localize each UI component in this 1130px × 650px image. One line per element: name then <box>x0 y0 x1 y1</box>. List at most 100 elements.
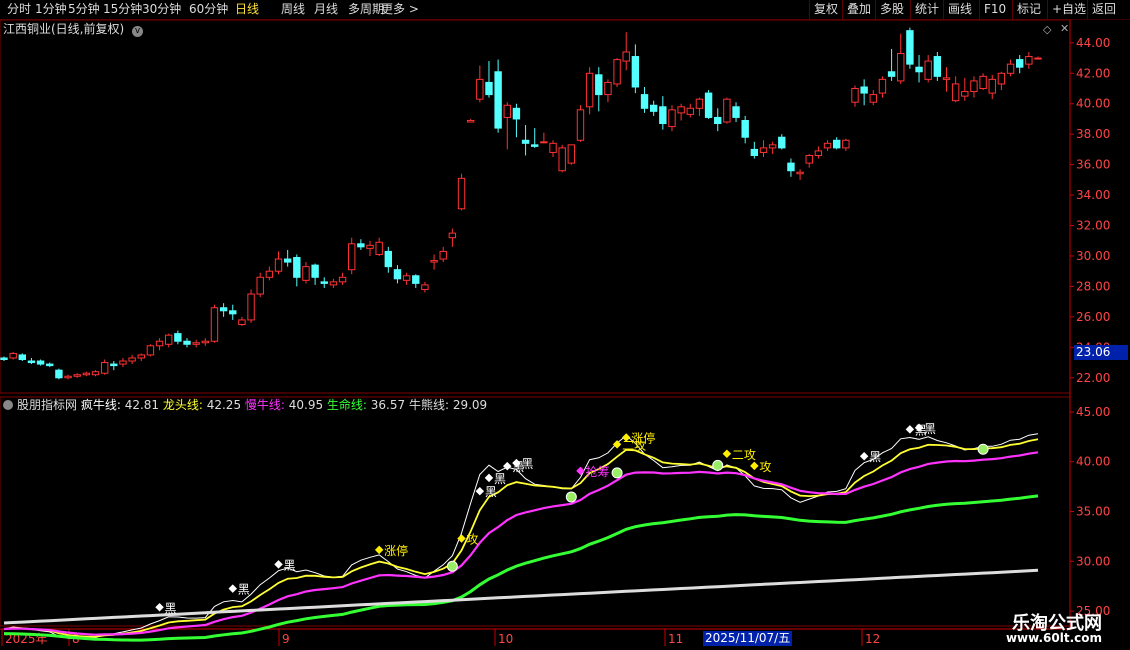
signal-label: 黑 <box>869 450 881 464</box>
candle-body <box>503 104 511 118</box>
candle-body <box>55 369 63 379</box>
candle-body <box>787 162 795 172</box>
candle-body <box>311 264 319 278</box>
current-price-tag: 23.06 <box>1074 345 1128 360</box>
candle-body <box>238 319 246 325</box>
candle-body <box>823 142 832 149</box>
candle-body <box>357 243 365 248</box>
candle-body <box>979 75 987 90</box>
candle-body <box>622 51 630 62</box>
candle-body <box>732 106 740 118</box>
signal-diamond-icon <box>228 584 238 593</box>
candle-body <box>393 269 402 280</box>
apple-icon <box>611 467 623 479</box>
candle-body <box>201 340 210 344</box>
candle-body <box>997 72 1006 85</box>
indicator-line-value: 42.81 <box>124 398 163 412</box>
price-axis-label: 32.00 <box>1076 219 1110 233</box>
indicator-menu-icon[interactable] <box>3 400 13 410</box>
signal-diamond-icon <box>905 425 915 434</box>
candle-body <box>18 354 27 361</box>
candle-body <box>531 144 539 147</box>
candle-body <box>778 136 786 149</box>
candle-body <box>878 78 887 94</box>
signal-label: 黑 <box>521 457 533 471</box>
signal-label: 攻 <box>467 532 479 546</box>
signal-diamond-icon <box>750 461 759 471</box>
candle-body <box>832 139 841 149</box>
signal-label: 黑 <box>165 601 177 615</box>
main-panel-frame <box>0 19 1071 394</box>
date-axis-label: 12 <box>865 632 880 646</box>
indicator-axis-label: 30.00 <box>1076 554 1110 568</box>
candle-body <box>961 91 969 97</box>
candle-body <box>192 342 200 345</box>
candle-body <box>302 266 310 281</box>
signal-label: 涨停 <box>384 543 408 558</box>
indicator-line-牛熊线 <box>3 568 1039 625</box>
candle-body <box>110 363 118 367</box>
candle-body <box>970 80 978 93</box>
price-axis-label: 28.00 <box>1076 279 1110 293</box>
price-axis-label: 44.00 <box>1076 36 1110 50</box>
candle-body <box>1034 57 1042 60</box>
chevron-down-icon[interactable]: v <box>132 26 144 37</box>
candle-body <box>897 52 905 82</box>
candle-body <box>412 275 420 284</box>
price-axis-label: 42.00 <box>1076 66 1110 80</box>
candle-body <box>723 98 731 123</box>
candle-body <box>283 258 292 263</box>
candle-body <box>366 244 374 249</box>
candle-body <box>942 77 951 80</box>
candle-body <box>448 232 457 239</box>
candle-body <box>567 144 576 164</box>
price-axis-label: 38.00 <box>1076 127 1110 141</box>
signal-label: 黑 <box>494 472 506 486</box>
indicator-line-value: 29.09 <box>452 398 488 412</box>
candle-body <box>924 60 932 80</box>
candle-body <box>640 94 649 109</box>
price-axis-label: 40.00 <box>1076 97 1110 111</box>
candle-body <box>27 360 36 364</box>
candle-body <box>0 357 8 361</box>
apple-icon <box>446 560 458 572</box>
candle-body <box>183 340 191 345</box>
candle-body <box>695 98 704 109</box>
stock-title-text: 江西铜业(日线,前复权) <box>3 22 125 36</box>
signal-diamond-icon <box>475 486 485 496</box>
close-icon[interactable]: ✕ <box>1060 22 1069 35</box>
candles-group <box>0 27 1042 380</box>
candle-body <box>439 250 447 260</box>
signal-diamond-icon <box>274 560 283 569</box>
candle-body <box>659 106 667 125</box>
indicator-axis-label: 35.00 <box>1076 505 1110 519</box>
indicator-line-label: 慢牛线: <box>244 398 289 412</box>
indicator-line-value: 42.25 <box>206 398 245 412</box>
candle-body <box>604 81 612 96</box>
cursor-date-tag: 2025/11/07/五 <box>703 631 793 646</box>
candle-body <box>906 30 914 65</box>
indicator-line-label: 牛熊线: <box>408 398 453 412</box>
candle-body <box>512 107 521 120</box>
candle-body <box>951 83 960 102</box>
apple-icon <box>712 459 724 471</box>
stock-title: 江西铜业(日线,前复权) v <box>3 22 144 37</box>
candle-body <box>988 78 996 94</box>
candle-body <box>933 56 942 77</box>
signal-diamond-icon <box>612 440 622 449</box>
candle-body <box>165 334 173 345</box>
candle-body <box>36 360 45 365</box>
candle-body <box>46 363 54 367</box>
candle-body <box>485 81 493 96</box>
signal-label: 黑 <box>238 583 250 597</box>
signal-label: 攻 <box>759 460 771 474</box>
candle-body <box>265 270 274 278</box>
signal-diamond-icon <box>576 466 585 476</box>
candle-body <box>274 258 283 272</box>
diamond-icon[interactable]: ◇ <box>1043 23 1051 36</box>
candle-body <box>741 119 749 138</box>
indicator-line-label: 生命线: <box>326 398 371 412</box>
price-axis-label: 22.00 <box>1076 371 1110 385</box>
candle-body <box>549 142 557 153</box>
stock-chart[interactable]: 44.00 42.00 40.00 38.00 36.00 34.00 32.00 30.00… <box>0 0 1130 650</box>
